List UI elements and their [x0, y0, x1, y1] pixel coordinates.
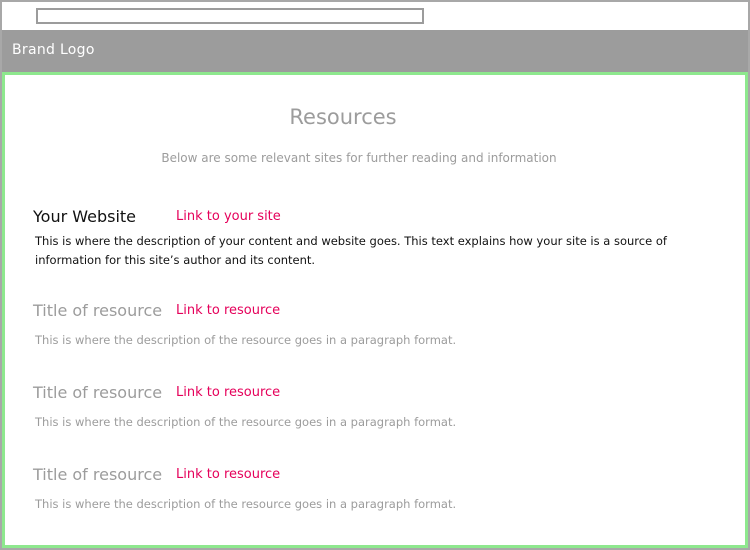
resource-entry: Title of resource Link to resource This …	[33, 301, 723, 350]
own-site-link[interactable]: Link to your site	[176, 209, 281, 224]
resource-link[interactable]: Link to resource	[176, 467, 280, 482]
resource-title: Title of resource	[33, 465, 163, 484]
resource-title: Title of resource	[33, 383, 163, 402]
resource-description: This is where the description of the res…	[35, 497, 457, 511]
resource-title: Title of resource	[33, 301, 163, 320]
own-site-entry: Your Website Link to your site This is w…	[33, 207, 723, 270]
resource-description: This is where the description of the res…	[35, 333, 457, 347]
own-site-description: This is where the description of your co…	[35, 234, 667, 267]
resource-entry: Title of resource Link to resource This …	[33, 383, 723, 432]
brand-logo[interactable]: Brand Logo	[12, 42, 95, 58]
address-bar[interactable]	[36, 8, 424, 24]
resource-description: This is where the description of the res…	[35, 415, 457, 429]
browser-toolbar	[2, 2, 748, 30]
own-site-title: Your Website	[33, 207, 137, 226]
browser-window: Brand Logo Resources Below are some rele…	[0, 0, 750, 550]
page-title: Resources	[289, 105, 397, 129]
resource-link[interactable]: Link to resource	[176, 303, 280, 318]
site-header: Brand Logo	[2, 30, 748, 72]
page-subtitle: Below are some relevant sites for furthe…	[161, 151, 557, 165]
main-content: Resources Below are some relevant sites …	[2, 72, 748, 548]
resource-link[interactable]: Link to resource	[176, 385, 280, 400]
resource-entry: Title of resource Link to resource This …	[33, 465, 723, 514]
